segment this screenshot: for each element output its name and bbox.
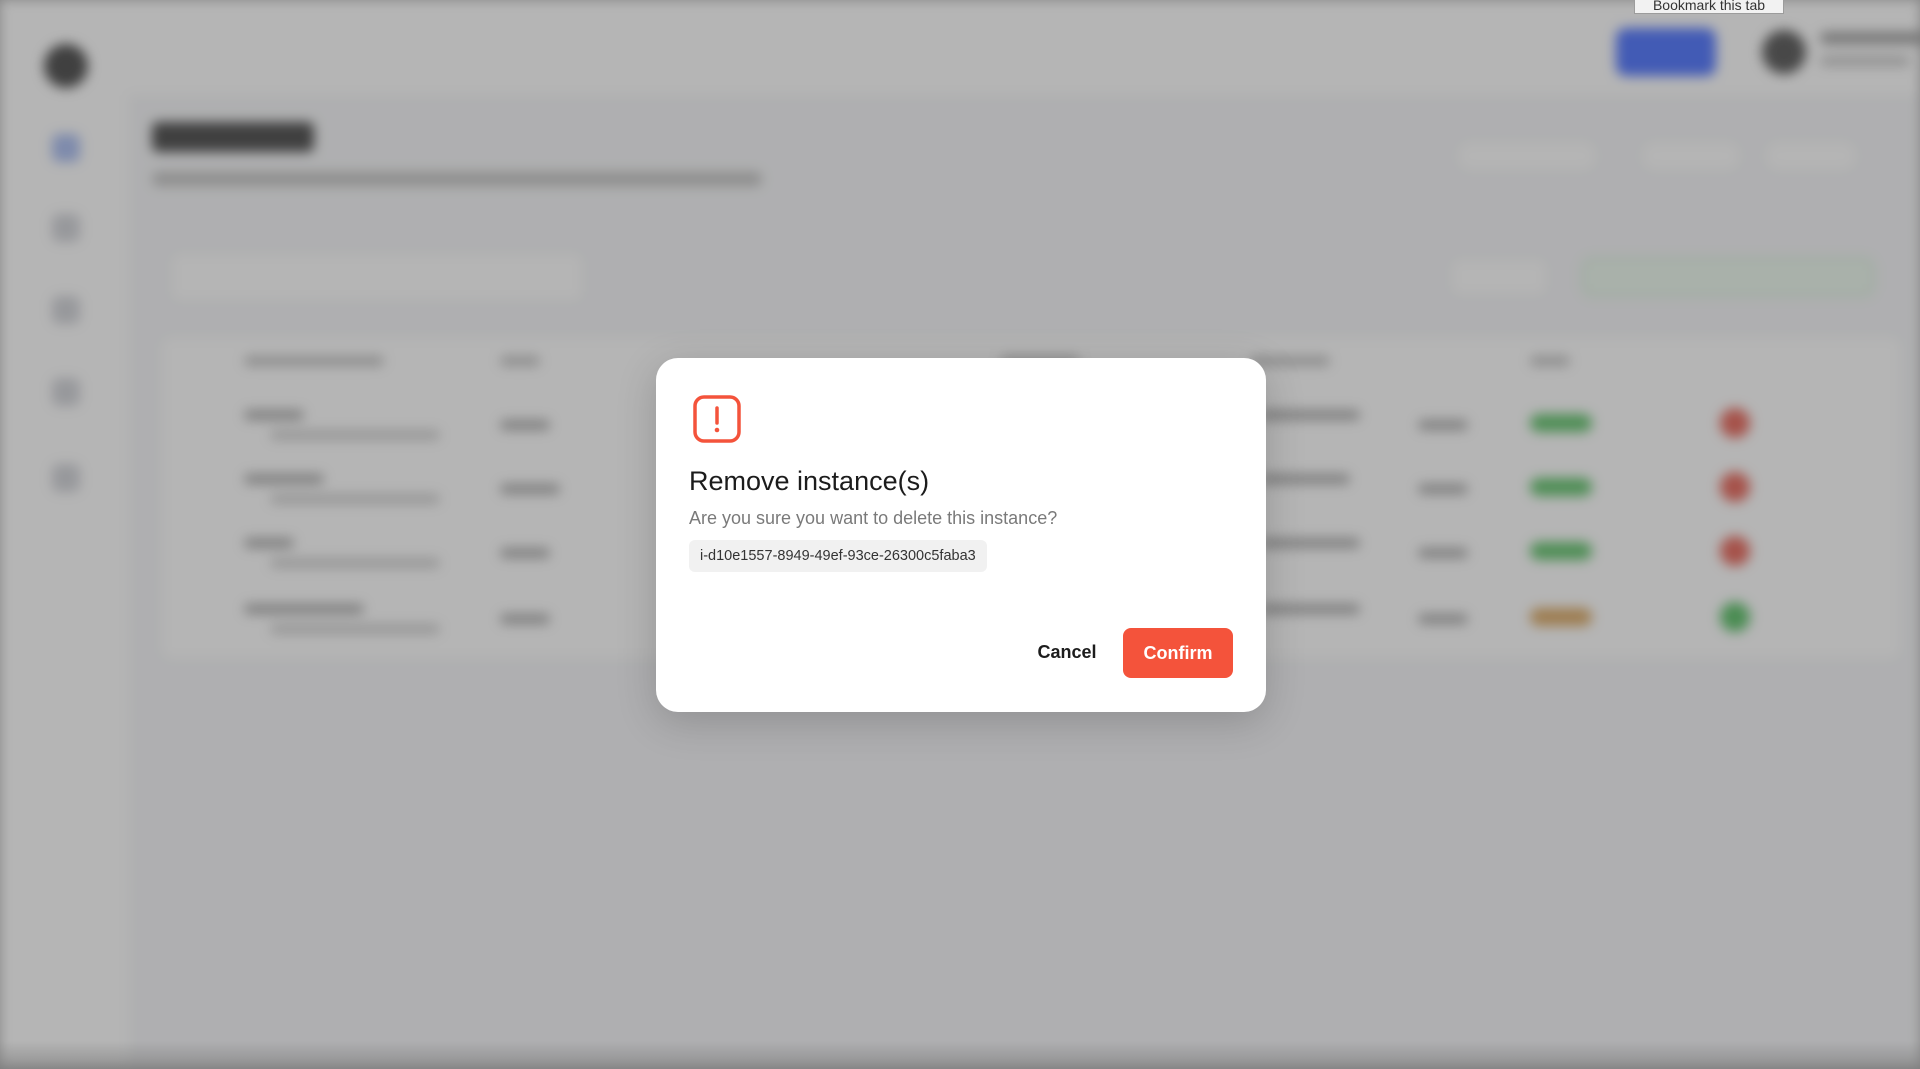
remove-instance-dialog: Remove instance(s) Are you sure you want… <box>656 358 1266 712</box>
alert-square-icon <box>693 395 741 443</box>
dialog-message: Are you sure you want to delete this ins… <box>689 508 1058 528</box>
bookmark-tooltip: Bookmark this tab <box>1634 0 1784 14</box>
dialog-title: Remove instance(s) <box>689 466 930 496</box>
cancel-button[interactable]: Cancel <box>1025 628 1109 676</box>
confirm-button[interactable]: Confirm <box>1123 628 1233 678</box>
instance-id-badge: i-d10e1557-8949-49ef-93ce-26300c5faba3 <box>689 540 987 572</box>
bottom-shadow <box>0 1041 1920 1069</box>
